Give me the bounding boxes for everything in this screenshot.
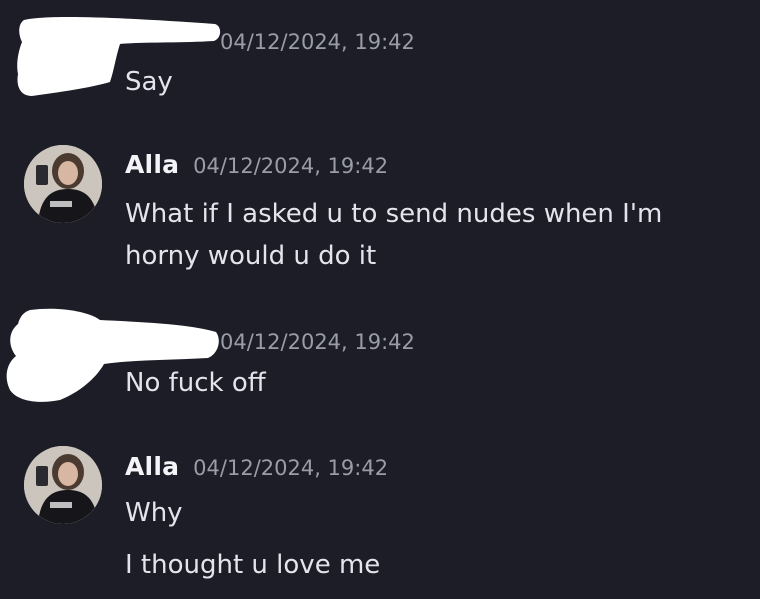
avatar[interactable] xyxy=(24,446,102,524)
message-timestamp: 04/12/2024, 19:42 xyxy=(193,154,389,178)
message-text: No fuck off xyxy=(125,368,266,398)
author-redaction xyxy=(17,17,221,96)
message-timestamp: 04/12/2024, 19:42 xyxy=(220,30,415,54)
message-header: Alla 04/12/2024, 19:42 xyxy=(125,150,388,179)
message-timestamp: 04/12/2024, 19:42 xyxy=(193,456,389,480)
message-text: What if I asked u to send nudes when I'm xyxy=(125,199,663,229)
message-text: I thought u love me xyxy=(125,550,381,580)
author-name[interactable]: Alla xyxy=(125,452,179,481)
message-timestamp: 04/12/2024, 19:42 xyxy=(220,330,415,354)
message-text: Why xyxy=(125,498,183,528)
message-text: Say xyxy=(125,67,173,97)
avatar[interactable] xyxy=(24,145,102,223)
message-header: Alla 04/12/2024, 19:42 xyxy=(125,452,388,481)
author-name[interactable]: Alla xyxy=(125,150,179,179)
message-text: horny would u do it xyxy=(125,241,377,271)
chat-message-list: 04/12/2024, 19:42 Say Alla 04/12/2024, 19… xyxy=(0,0,760,599)
